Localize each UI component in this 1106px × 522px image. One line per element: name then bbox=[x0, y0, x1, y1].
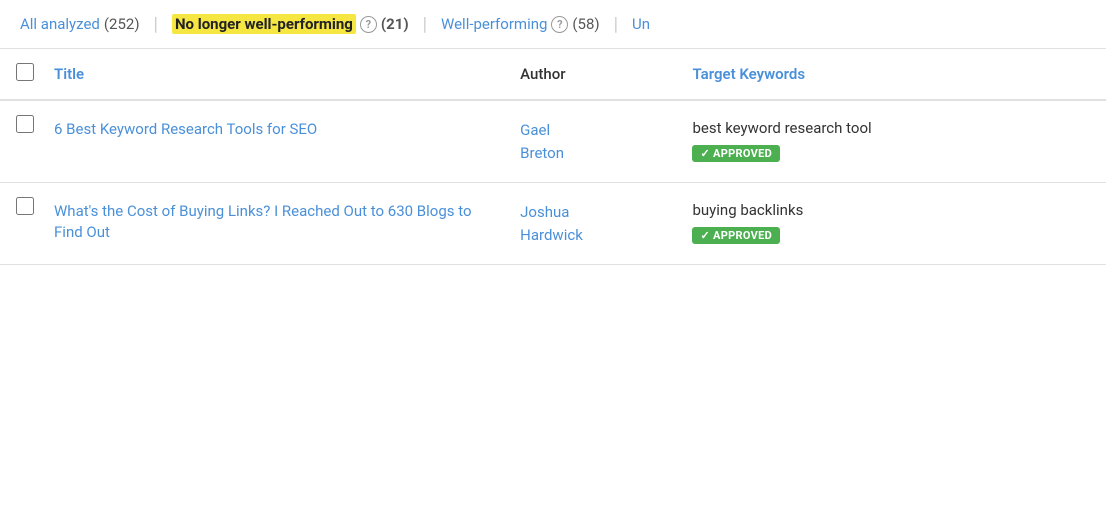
approved-badge: APPROVED bbox=[692, 227, 780, 244]
article-title-link[interactable]: What's the Cost of Buying Links? I Reach… bbox=[54, 202, 472, 241]
filter-well-performing-label: Well-performing bbox=[441, 15, 547, 33]
header-author: Author bbox=[508, 49, 680, 100]
select-all-checkbox[interactable] bbox=[16, 63, 34, 81]
table-row: 6 Best Keyword Research Tools for SEO Gae… bbox=[0, 100, 1106, 183]
row-title-cell: What's the Cost of Buying Links? I Reach… bbox=[42, 183, 508, 265]
filter-all-count: (252) bbox=[104, 15, 140, 33]
content-table: Title Author Target Keywords 6 Best Keyw… bbox=[0, 49, 1106, 265]
author-name: Hardwick bbox=[520, 226, 583, 244]
filter-all-label: All analyzed bbox=[20, 15, 100, 33]
row-author-cell: Gael Breton bbox=[508, 100, 680, 183]
row-1-checkbox[interactable] bbox=[16, 197, 34, 215]
table-header-row: Title Author Target Keywords bbox=[0, 49, 1106, 100]
row-0-checkbox[interactable] bbox=[16, 115, 34, 133]
help-icon-well-performing[interactable]: ? bbox=[551, 16, 568, 33]
separator-1: | bbox=[154, 14, 158, 35]
author-name: Breton bbox=[520, 144, 564, 162]
table-row: What's the Cost of Buying Links? I Reach… bbox=[0, 183, 1106, 265]
separator-3: | bbox=[614, 14, 618, 35]
filter-no-longer-label: No longer well-performing bbox=[172, 14, 356, 34]
row-checkbox-cell bbox=[0, 183, 42, 265]
header-checkbox-cell bbox=[0, 49, 42, 100]
filter-no-longer-count: (21) bbox=[381, 15, 409, 33]
help-icon-no-longer[interactable]: ? bbox=[360, 16, 377, 33]
row-title-cell: 6 Best Keyword Research Tools for SEO bbox=[42, 100, 508, 183]
header-title[interactable]: Title bbox=[42, 49, 508, 100]
article-title-link[interactable]: 6 Best Keyword Research Tools for SEO bbox=[54, 120, 317, 138]
filter-bar: All analyzed (252) | No longer well-perf… bbox=[0, 0, 1106, 49]
filter-all[interactable]: All analyzed (252) bbox=[16, 13, 144, 35]
author-name: Gael bbox=[520, 121, 550, 139]
row-keywords-cell: best keyword research tool APPROVED bbox=[680, 100, 1106, 183]
row-keywords-cell: buying backlinks APPROVED bbox=[680, 183, 1106, 265]
row-checkbox-cell bbox=[0, 100, 42, 183]
row-author-cell: Joshua Hardwick bbox=[508, 183, 680, 265]
filter-well-performing-count: (58) bbox=[572, 15, 599, 33]
separator-2: | bbox=[423, 14, 427, 35]
header-keywords[interactable]: Target Keywords bbox=[680, 49, 1106, 100]
keyword-text: buying backlinks bbox=[692, 201, 1094, 219]
filter-un[interactable]: Un bbox=[628, 13, 654, 35]
filter-no-longer[interactable]: No longer well-performing ? (21) bbox=[168, 12, 413, 36]
author-name: Joshua bbox=[520, 203, 569, 221]
approved-badge: APPROVED bbox=[692, 145, 780, 162]
filter-well-performing[interactable]: Well-performing ? (58) bbox=[437, 13, 604, 35]
keyword-text: best keyword research tool bbox=[692, 119, 1094, 137]
filter-un-label: Un bbox=[632, 15, 650, 33]
